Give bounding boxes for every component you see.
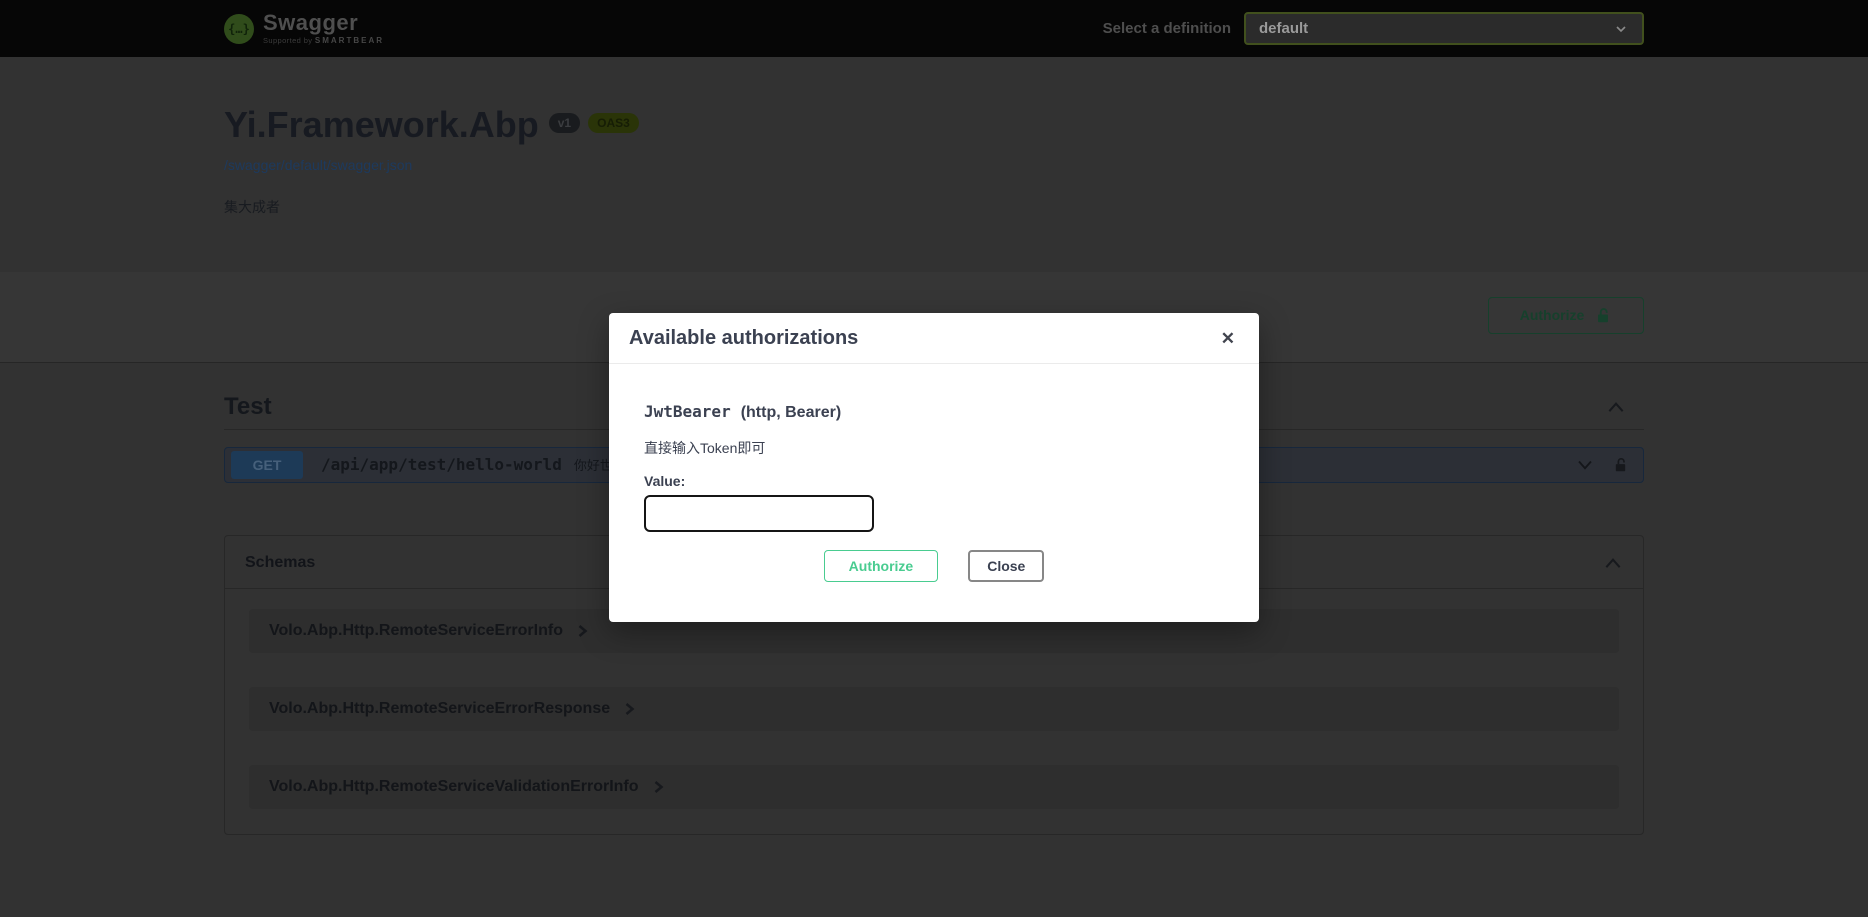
schema-name: Volo.Abp.Http.RemoteServiceErrorResponse [269, 700, 610, 718]
brand-text: Swagger [263, 12, 384, 34]
scheme-name: JwtBearer [644, 402, 731, 421]
chevron-right-icon [577, 624, 588, 638]
operation-path: /api/app/test/hello-world [321, 455, 562, 474]
modal-title: Available authorizations [629, 327, 1217, 350]
supported-by-label: Supported by [263, 36, 312, 45]
schema-name: Volo.Abp.Http.RemoteServiceErrorInfo [269, 622, 563, 640]
auth-modal-header: Available authorizations ✕ [609, 313, 1259, 364]
token-value-input[interactable] [644, 495, 874, 532]
chevron-up-icon[interactable] [1603, 556, 1623, 570]
tag-title: Test [224, 393, 272, 421]
schema-name: Volo.Abp.Http.RemoteServiceValidationErr… [269, 778, 639, 796]
auth-modal: Available authorizations ✕ JwtBearer (ht… [609, 313, 1259, 622]
page-title: Yi.Framework.Abp [224, 105, 539, 145]
scheme-description: 直接输入Token即可 [644, 438, 1224, 458]
chevron-down-icon [1613, 21, 1629, 37]
chevron-right-icon [653, 780, 664, 794]
braces-glyph: {…} [228, 22, 250, 36]
unlock-icon [1594, 306, 1612, 324]
spec-link[interactable]: /swagger/default/swagger.json [224, 157, 412, 173]
chevron-down-icon[interactable] [1576, 458, 1594, 471]
schemas-title: Schemas [245, 554, 315, 572]
schema-row[interactable]: Volo.Abp.Http.RemoteServiceValidationErr… [249, 765, 1619, 809]
authorize-button[interactable]: Authorize [1488, 297, 1644, 334]
api-description: 集大成者 [224, 197, 1644, 217]
auth-modal-content: JwtBearer (http, Bearer) 直接输入Token即可 Val… [609, 364, 1259, 622]
definition-select[interactable]: default [1244, 12, 1644, 45]
swagger-logo-icon: {…} [224, 14, 254, 44]
value-label: Value: [644, 473, 1224, 489]
scheme-type: (http, Bearer) [741, 404, 841, 422]
supported-by-text: Supported by SMARTBEAR [263, 37, 384, 45]
swagger-logo[interactable]: {…} Swagger Supported by SMARTBEAR [224, 12, 384, 45]
schema-row[interactable]: Volo.Abp.Http.RemoteServiceErrorResponse [249, 687, 1619, 731]
smartbear-label: SMARTBEAR [315, 36, 384, 45]
chevron-right-icon [624, 702, 635, 716]
lock-icon[interactable] [1612, 456, 1629, 473]
definition-select-value: default [1259, 20, 1308, 37]
authorize-button-label: Authorize [1520, 307, 1585, 323]
topbar: {…} Swagger Supported by SMARTBEAR Selec… [0, 0, 1868, 57]
oas3-badge: OAS3 [588, 113, 639, 133]
method-badge: GET [231, 451, 303, 479]
chevron-up-icon[interactable] [1606, 400, 1626, 414]
close-icon: ✕ [1221, 329, 1235, 348]
select-definition-label: Select a definition [1103, 20, 1231, 37]
version-badge: v1 [549, 113, 580, 133]
modal-authorize-button[interactable]: Authorize [824, 550, 939, 582]
modal-close-btn[interactable]: Close [968, 550, 1044, 582]
modal-close-button[interactable]: ✕ [1217, 328, 1239, 349]
api-info-section: Yi.Framework.Abp v1 OAS3 /swagger/defaul… [204, 57, 1664, 272]
